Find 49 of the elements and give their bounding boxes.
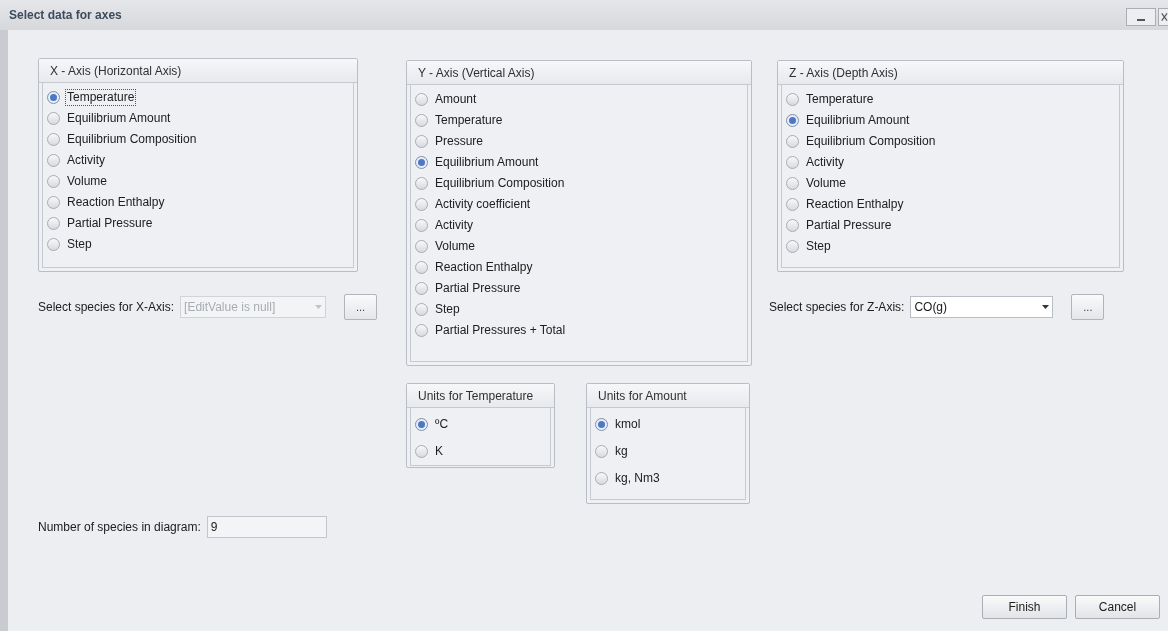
option-label: Temperature	[434, 112, 504, 129]
option-label: kg	[614, 443, 629, 460]
species-dropdown[interactable]: CO(g)	[910, 296, 1054, 318]
option-label: Equilibrium Composition	[434, 175, 566, 192]
option-label: Step	[434, 301, 461, 318]
option-label: Activity	[805, 154, 845, 171]
option-label: Equilibrium Composition	[805, 133, 937, 150]
option-label: Partial Pressure	[805, 217, 893, 234]
option-label: Equilibrium Composition	[66, 131, 198, 148]
window-title: Select data for axes	[9, 7, 122, 24]
option-label: Activity	[66, 152, 106, 169]
option-label: ºC	[434, 416, 450, 433]
option-label: Volume	[805, 175, 848, 192]
dropdown-value: CO(g)	[914, 299, 948, 316]
field-label: Select species for X-Axis:	[38, 299, 175, 316]
option-label: kg, Nm3	[614, 470, 661, 487]
option-label: Reaction Enthalpy	[66, 194, 166, 211]
dropdown-value: [EditValue is null]	[184, 299, 276, 316]
option-label: kmol	[614, 416, 642, 433]
option-label: Partial Pressure	[434, 280, 522, 297]
dialog-button[interactable]: Cancel	[1075, 595, 1160, 619]
option-label: Equilibrium Amount	[434, 154, 540, 171]
option-label: Amount	[434, 91, 478, 108]
option-label: Partial Pressure	[66, 215, 154, 232]
option-label: Volume	[66, 173, 109, 190]
species-count-field[interactable]: 9	[206, 516, 327, 538]
option-label: Temperature	[805, 91, 875, 108]
option-label: Activity	[434, 217, 474, 234]
field-label: Number of species in diagram:	[38, 519, 201, 536]
option-label: Equilibrium Amount	[66, 110, 172, 127]
option-label: Pressure	[434, 133, 485, 150]
group-header: Units for Temperature	[407, 384, 554, 408]
browse-button[interactable]: ...	[1071, 294, 1105, 320]
option-label: Equilibrium Amount	[805, 112, 911, 129]
option-label: Activity coefficient	[434, 196, 532, 213]
option-label: Reaction Enthalpy	[805, 196, 905, 213]
option-label: Reaction Enthalpy	[434, 259, 534, 276]
option-label: K	[434, 443, 444, 460]
group-header: Units for Amount	[587, 384, 749, 408]
option-label: Partial Pressures + Total	[434, 322, 567, 339]
group-header: Z - Axis (Depth Axis)	[778, 61, 1123, 85]
option-label: Temperature	[65, 89, 137, 106]
field-label: Select species for Z-Axis:	[769, 299, 905, 316]
option-label: Volume	[434, 238, 477, 255]
option-label: Step	[66, 236, 93, 253]
dialog-button[interactable]: Finish	[982, 595, 1067, 619]
group-header: X - Axis (Horizontal Axis)	[39, 59, 357, 83]
option-label: Step	[805, 238, 832, 255]
group-header: Y - Axis (Vertical Axis)	[407, 61, 751, 85]
